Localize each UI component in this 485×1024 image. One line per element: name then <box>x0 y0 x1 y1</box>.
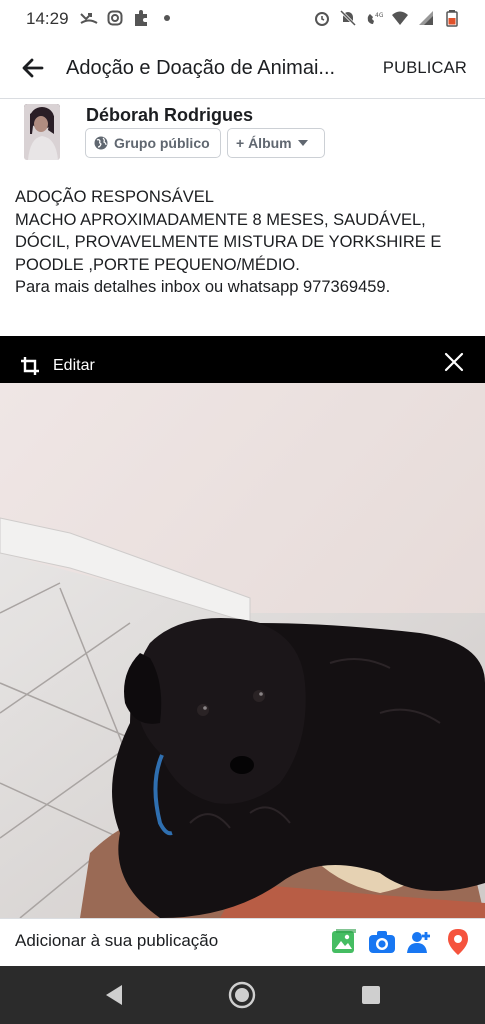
post-line: MACHO APROXIMADAMENTE 8 MESES, SAUDÁVEL, <box>15 210 426 229</box>
camera-icon[interactable] <box>368 928 396 956</box>
author-name: Déborah Rodrigues <box>86 105 254 125</box>
status-right-icons: 4G <box>313 9 461 27</box>
signal-icon <box>417 9 435 27</box>
audience-selector-button[interactable]: Grupo público <box>85 128 221 158</box>
globe-icon <box>94 136 108 150</box>
post-line: Para mais detalhes inbox ou whatsapp 977… <box>15 278 391 296</box>
nav-home-icon[interactable] <box>228 981 256 1009</box>
status-time: 14:29 <box>26 9 69 28</box>
post-line: POODLE ,PORTE PEQUENO/MÉDIO. <box>15 255 300 274</box>
status-left-icons <box>80 9 176 27</box>
audience-label: Grupo público <box>114 135 210 151</box>
nav-back-icon[interactable] <box>100 981 128 1009</box>
nav-recents-icon[interactable] <box>357 981 385 1009</box>
album-button[interactable]: + Álbum <box>227 128 325 158</box>
missed-call-icon <box>80 9 98 27</box>
post-line: DÓCIL, PROVAVELMENTE MISTURA DE YORKSHIR… <box>15 233 442 251</box>
add-to-post-icons <box>330 928 472 956</box>
album-label: + Álbum <box>236 135 292 151</box>
back-arrow-icon[interactable] <box>20 55 46 81</box>
photo-icon[interactable] <box>330 928 358 956</box>
attached-photo[interactable] <box>0 383 485 918</box>
wifi-call-icon: 4G <box>365 9 383 27</box>
instagram-icon <box>106 9 124 27</box>
page-title: Adoção e Doação de Animai... <box>66 57 336 79</box>
add-to-post-label: Adicionar à sua publicação <box>15 931 219 950</box>
avatar <box>24 104 60 160</box>
crop-icon <box>20 356 40 376</box>
tag-people-icon[interactable] <box>406 928 434 956</box>
edit-label: Editar <box>53 357 95 374</box>
app-header: Adoção e Doação de Animai... PUBLICAR <box>0 38 485 99</box>
puzzle-icon <box>132 9 150 27</box>
close-icon[interactable] <box>444 352 464 372</box>
dot-icon <box>158 9 176 27</box>
chevron-down-icon <box>297 140 308 146</box>
wifi-icon <box>391 9 409 27</box>
notifications-off-icon <box>339 9 357 27</box>
post-line: ADOÇÃO RESPONSÁVEL <box>15 188 214 206</box>
alarm-icon <box>313 9 331 27</box>
post-text[interactable]: ADOÇÃO RESPONSÁVEL MACHO APROXIMADAMENTE… <box>15 186 475 299</box>
publish-button[interactable]: PUBLICAR <box>383 59 467 78</box>
svg-text:4G: 4G <box>375 12 383 19</box>
battery-icon <box>443 9 461 27</box>
location-icon[interactable] <box>444 928 472 956</box>
status-bar: 14:29 4G <box>0 0 485 38</box>
